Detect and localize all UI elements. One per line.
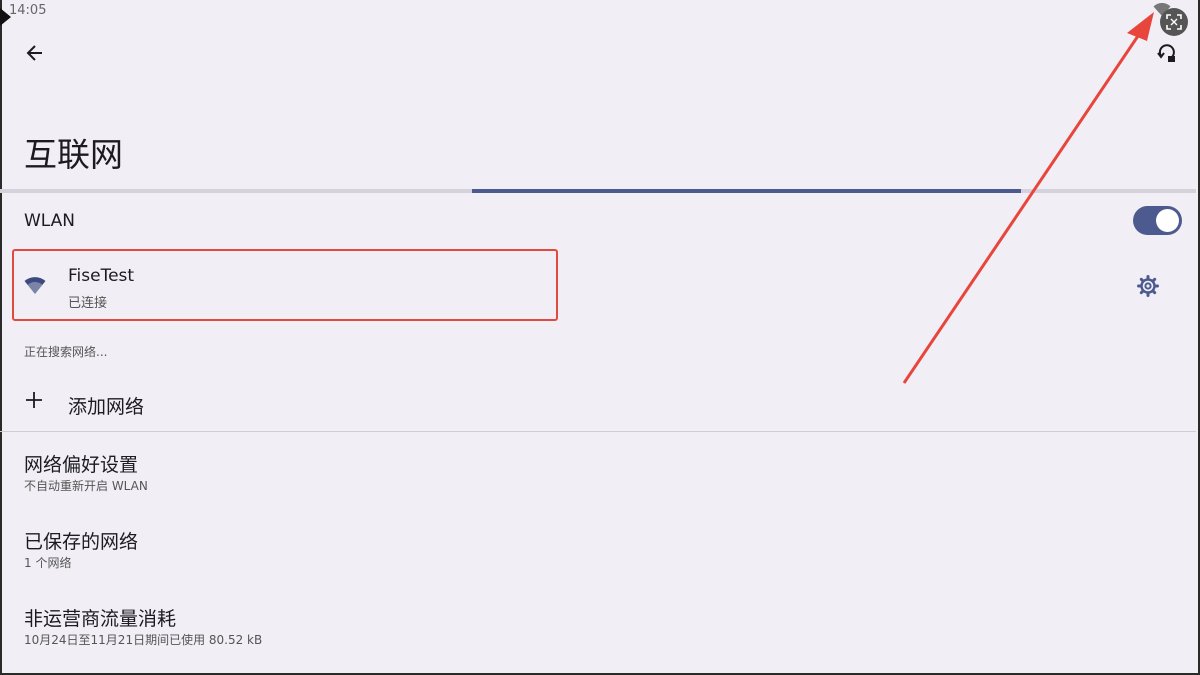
non-carrier-data-usage-item[interactable]: 非运营商流量消耗 10月24日至11月21日期间已使用 80.52 kB xyxy=(0,598,1196,662)
network-settings-button[interactable] xyxy=(1136,274,1160,298)
pref-subtitle: 1 个网络 xyxy=(24,556,72,570)
pref-title: 非运营商流量消耗 xyxy=(24,608,177,630)
screen-rotate-icon xyxy=(1157,44,1175,62)
pref-subtitle: 不自动重新开启 WLAN xyxy=(24,479,148,493)
back-button[interactable] xyxy=(20,38,50,68)
screenshot-capture-button[interactable] xyxy=(1160,8,1188,36)
network-name: FiseTest xyxy=(68,266,135,286)
network-status: 已连接 xyxy=(68,296,108,311)
wifi-icon xyxy=(24,277,46,294)
pref-subtitle: 10月24日至11月21日期间已使用 80.52 kB xyxy=(24,633,263,647)
page-title: 互联网 xyxy=(24,135,123,174)
section-divider xyxy=(0,431,1196,432)
add-network-label: 添加网络 xyxy=(68,396,145,418)
network-preferences-item[interactable]: 网络偏好设置 不自动重新开启 WLAN xyxy=(0,444,1196,508)
searching-status-text: 正在搜索网络... xyxy=(24,345,108,359)
pref-title: 已保存的网络 xyxy=(24,531,139,553)
saved-networks-item[interactable]: 已保存的网络 1 个网络 xyxy=(0,521,1196,585)
scanning-progress-indicator xyxy=(472,189,1021,193)
status-time: 14:05 xyxy=(9,3,47,18)
rotate-screen-button[interactable] xyxy=(1152,38,1182,68)
wlan-toggle-row[interactable] xyxy=(0,196,1196,246)
plus-icon xyxy=(26,392,42,408)
gear-icon xyxy=(1137,275,1159,297)
wlan-label: WLAN xyxy=(24,211,76,231)
wlan-switch[interactable] xyxy=(1133,206,1182,235)
capture-frame-icon xyxy=(1166,14,1182,30)
pref-title: 网络偏好设置 xyxy=(24,454,139,476)
switch-knob xyxy=(1156,209,1179,232)
add-network-button[interactable] xyxy=(0,378,1196,428)
arrow-left-icon xyxy=(26,45,42,61)
